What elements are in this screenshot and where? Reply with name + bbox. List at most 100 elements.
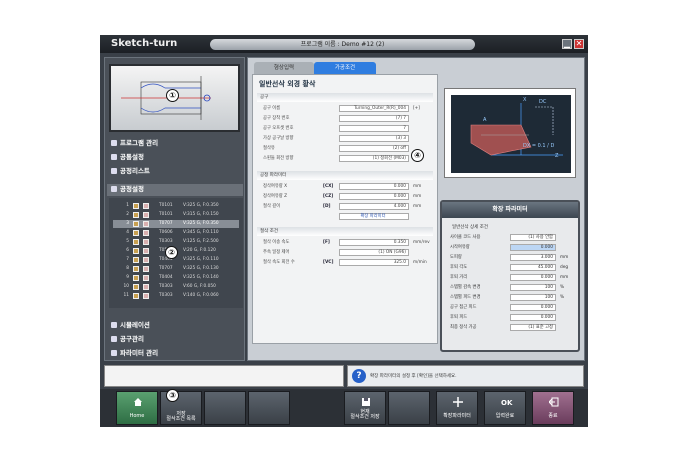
field-value[interactable]: (1) 정회전 (M03) xyxy=(339,155,409,162)
field-spindle-direction[interactable]: 스핀들 회전 방향 (1) 정회전 (M03) xyxy=(263,155,433,163)
expert-field[interactable]: 스텝별 감속 변경 100% xyxy=(450,284,576,292)
op-num: 3 xyxy=(126,221,129,226)
field-feed-rate[interactable]: 절삭 이송 속도 [F] 0.350 mm/rev xyxy=(263,239,433,247)
button-label: 확장파라미터 xyxy=(443,413,471,419)
nav-common-settings[interactable]: 공통설정 xyxy=(111,152,144,163)
nav-label: 공정설정 xyxy=(120,185,144,193)
close-button[interactable]: ✕ xyxy=(574,39,584,49)
field-value[interactable]: (3) 3 xyxy=(339,135,409,142)
expert-dialog-title: 확장 파라미터 xyxy=(442,202,578,218)
expert-field[interactable]: 후퇴 각도 45.000 deg xyxy=(450,264,576,272)
op-value: V:325 G, F:0.140 xyxy=(183,275,219,280)
bottom-toolbar: Home 저장 절삭조건 목록 ③ 현재 절삭조건 저장 확장파라미터 OK 입력… xyxy=(100,389,588,427)
main-panel: 형상입력 가공조건 일반선삭 외경 황삭 공구 공구 이름 Turning_Out… xyxy=(247,57,585,361)
minimize-button[interactable]: ▁ xyxy=(562,39,572,49)
field-label: 후퇴 피드 xyxy=(450,315,468,320)
expert-param-link[interactable]: 확장 파라미터 xyxy=(339,213,409,220)
op-num: 10 xyxy=(123,284,129,289)
field-tool-offset[interactable]: 공구 오프셋 번호 7 xyxy=(263,125,433,133)
field-value[interactable]: 0.000 xyxy=(510,244,556,251)
expert-field[interactable]: 스텝별 피드 변경 100% xyxy=(450,294,576,302)
expert-field[interactable]: 공구 접근 피드 0.000 xyxy=(450,304,576,312)
field-value[interactable]: 100 xyxy=(510,284,556,291)
expert-field[interactable]: 후퇴 거리 0.000 mm xyxy=(450,274,576,282)
expert-field[interactable]: 사이클 코드 사용 (1) 사용 안함 xyxy=(450,234,576,242)
field-finish-allowance-x[interactable]: 정삭여유량 X [CX] 0.000 mm xyxy=(263,183,433,191)
expert-field[interactable]: 시작여유량 0.000 xyxy=(450,244,576,252)
field-finish-allowance-z[interactable]: 정삭여유량 Z [CZ] 0.000 mm xyxy=(263,193,433,201)
field-value[interactable]: 0.000 xyxy=(510,304,556,311)
operation-row[interactable]: 9 T0404 V:325 G, F:0.140 xyxy=(113,274,239,282)
field-tool-station[interactable]: 공구 장착 번호 (7) 7 xyxy=(263,115,433,123)
diagram-label-x: X xyxy=(523,97,527,103)
expert-param-button[interactable]: 확장파라미터 xyxy=(436,391,478,425)
toolbar-blank-button[interactable] xyxy=(204,391,246,425)
nav-process-settings[interactable]: 공정설정 xyxy=(111,184,144,195)
field-value[interactable]: (2) off xyxy=(339,145,409,152)
nav-process-list[interactable]: 공정리스트 xyxy=(111,166,150,177)
field-value[interactable]: 0.350 xyxy=(339,239,409,246)
nav-simulation[interactable]: 시뮬레이션 xyxy=(111,320,150,331)
field-label: 도피량 xyxy=(450,255,462,260)
field-label: 절삭 이송 속도 xyxy=(263,240,290,245)
operation-row[interactable]: 5 T0303 V:125 G, F:2.500 xyxy=(113,238,239,246)
field-tool-name[interactable]: 공구 이름 Turning_Outer_R(R)_004 [+] xyxy=(263,105,433,113)
field-value[interactable]: 325.0 xyxy=(339,259,409,266)
tab-shape-input[interactable]: 형상입력 xyxy=(254,62,314,74)
input-done-button[interactable]: OK 입력완료 xyxy=(484,391,526,425)
op-num: 9 xyxy=(126,275,129,280)
field-value[interactable]: 0.000 xyxy=(510,274,556,281)
process-icon xyxy=(143,203,149,209)
operation-row[interactable]: 4 T0606 V:345 G, F:0.110 xyxy=(113,229,239,237)
field-unit: m/min xyxy=(413,260,427,265)
field-cut-depth[interactable]: 절삭 깊이 [D] 4.000 mm xyxy=(263,203,433,211)
field-value[interactable]: 3.000 xyxy=(510,254,556,261)
operation-row[interactable]: 1 T0101 V:325 G, F:0.350 xyxy=(113,202,239,210)
field-value[interactable]: 45.000 xyxy=(510,264,556,271)
field-value[interactable]: 100 xyxy=(510,294,556,301)
nav-program-manage[interactable]: 프로그램 관리 xyxy=(111,138,158,149)
field-value[interactable]: (1) 표준 고정 xyxy=(510,324,556,331)
save-current-button[interactable]: 현재 절삭조건 저장 xyxy=(344,391,386,425)
op-value: V:20 G, F:0.120 xyxy=(183,248,216,253)
field-label: 공구 오프셋 번호 xyxy=(263,126,294,131)
process-icon xyxy=(143,266,149,272)
toolbar-blank-button[interactable] xyxy=(388,391,430,425)
exit-button[interactable]: 종료 xyxy=(532,391,574,425)
field-coolant[interactable]: 절삭유 (2) off xyxy=(263,145,433,153)
nav-parameter-manage[interactable]: 파라미터 관리 xyxy=(111,348,158,359)
field-value[interactable]: Turning_Outer_R(R)_004 xyxy=(339,105,409,112)
operation-list: 1 T0101 V:325 G, F:0.350 2 T0101 V:315 G, F:… xyxy=(109,198,243,308)
field-label: 가상 공구날 방향 xyxy=(263,136,294,141)
process-icon xyxy=(143,239,149,245)
operation-row[interactable]: 2 T0101 V:315 G, F:0.150 xyxy=(113,211,239,219)
field-cutting-speed[interactable]: 절삭 속도 회전 수 [VC] 325.0 m/min xyxy=(263,259,433,267)
field-value[interactable]: (7) 7 xyxy=(339,115,409,122)
expert-field[interactable]: 후퇴 피드 0.000 xyxy=(450,314,576,322)
operation-row[interactable]: 8 T0707 V:325 G, F:0.130 xyxy=(113,265,239,273)
field-constant-surface-speed[interactable]: 주속 일정 제어 (1) ON (G96) xyxy=(263,249,433,257)
operation-row[interactable]: 10 T0303 V:60 G, F:0.050 xyxy=(113,283,239,291)
field-value[interactable]: (1) ON (G96) xyxy=(339,249,409,256)
field-value[interactable]: 0.000 xyxy=(510,314,556,321)
home-button[interactable]: Home xyxy=(116,391,158,425)
nav-tool-manage[interactable]: 공구관리 xyxy=(111,334,144,345)
expert-field[interactable]: 도피량 3.000 mm xyxy=(450,254,576,262)
operation-row-selected[interactable]: 3 T0707 V:325 G, F:0.350 xyxy=(113,220,239,228)
operation-row[interactable]: 11 T0303 V:140 G, F:0.060 xyxy=(113,292,239,300)
field-value[interactable]: (1) 사용 안함 xyxy=(510,234,556,241)
process-icon xyxy=(143,257,149,263)
field-value[interactable]: 4.000 xyxy=(339,203,409,210)
field-value[interactable]: 7 xyxy=(339,125,409,132)
status-bar xyxy=(104,365,344,387)
field-value[interactable]: 0.000 xyxy=(339,183,409,190)
op-num: 2 xyxy=(126,212,129,217)
toolbar-blank-button[interactable] xyxy=(248,391,290,425)
machining-form: 일반선삭 외경 황삭 공구 공구 이름 Turning_Outer_R(R)_00… xyxy=(252,74,438,344)
tab-machining-conditions[interactable]: 가공조건 xyxy=(314,62,376,74)
nav-process-settings-selected[interactable]: 공정설정 xyxy=(107,184,243,196)
tool-diagram: X DC Z A DX = 0.1 / D xyxy=(444,88,576,178)
field-value[interactable]: 0.000 xyxy=(339,193,409,200)
expert-field[interactable]: 최종 정삭 가공 (1) 표준 고정 xyxy=(450,324,576,332)
field-virtual-tool-direction[interactable]: 가상 공구날 방향 (3) 3 xyxy=(263,135,433,143)
